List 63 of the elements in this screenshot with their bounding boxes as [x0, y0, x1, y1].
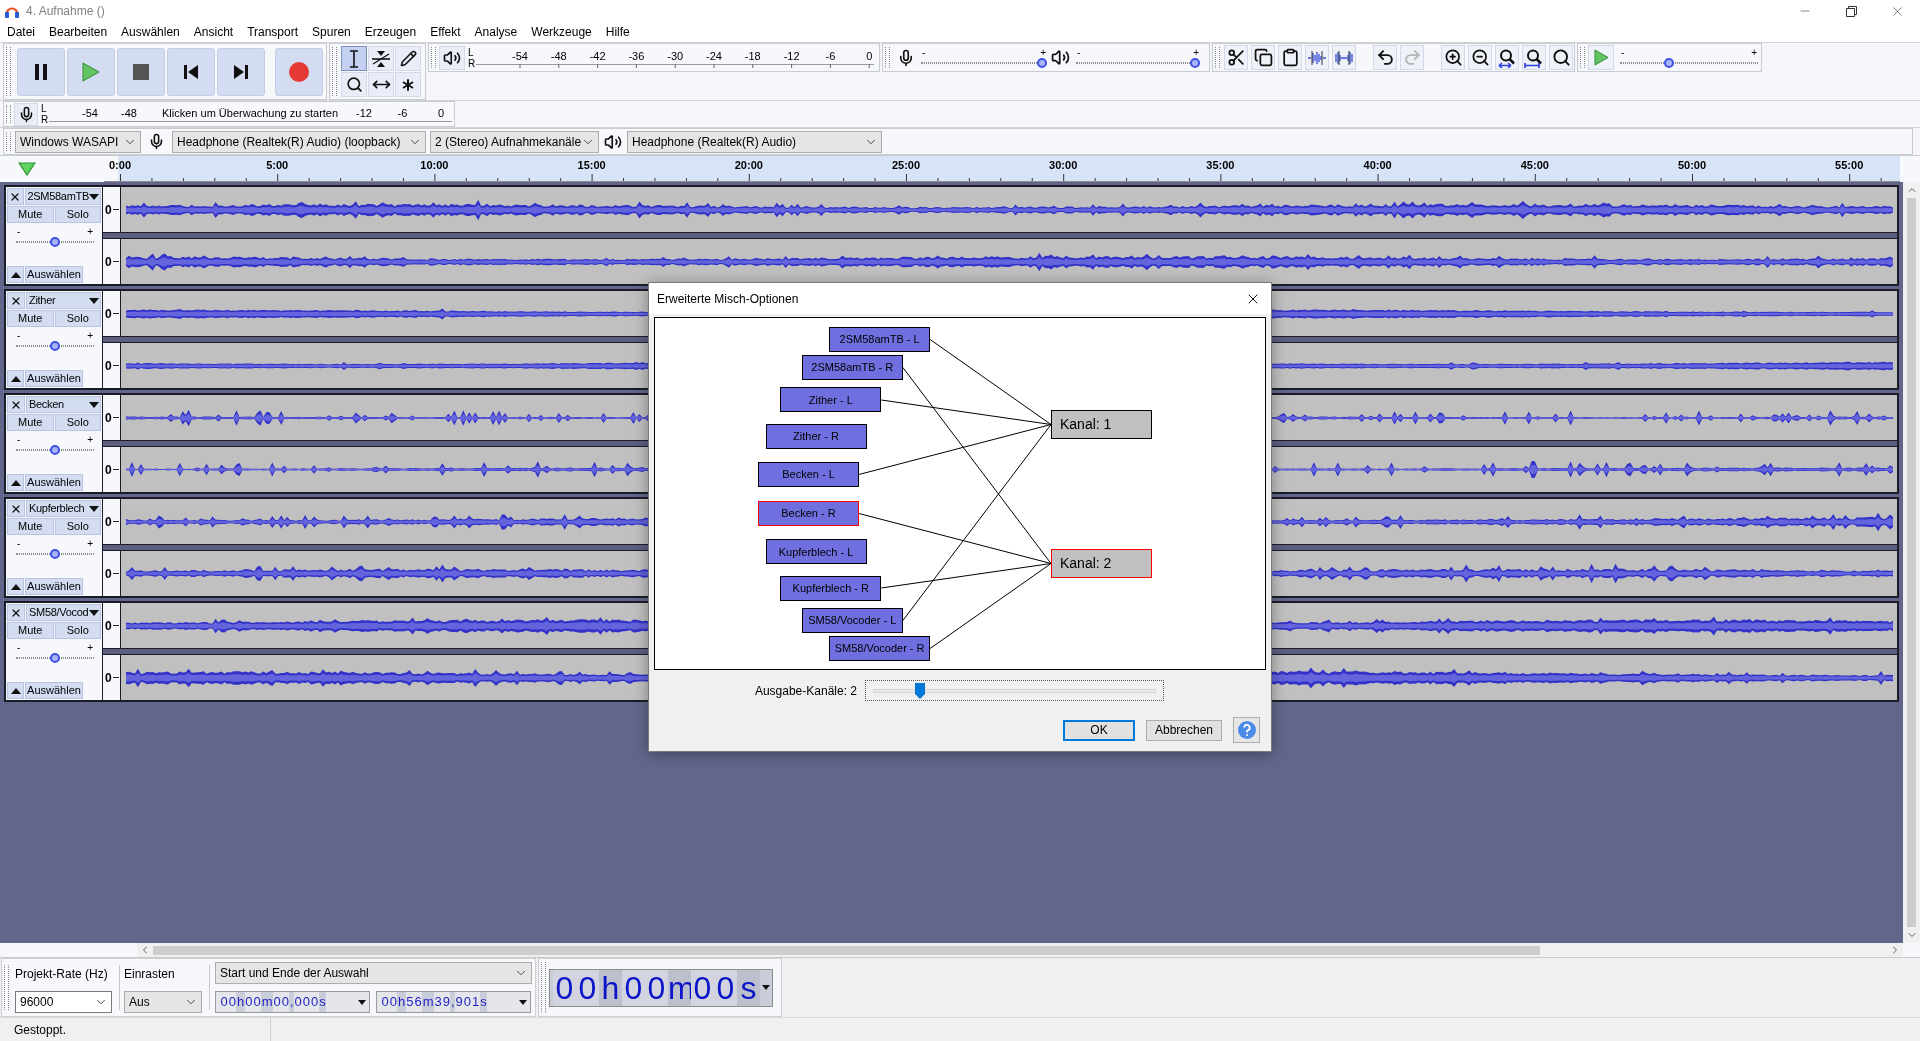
- scale-label: 0: [105, 359, 112, 372]
- meter-scale-label: 0: [437, 107, 445, 119]
- time-label: 35:00: [1206, 159, 1235, 171]
- time-label: 40:00: [1363, 159, 1392, 171]
- scale-label: 0: [105, 619, 112, 632]
- time-label: 25:00: [891, 159, 921, 171]
- scale-label: 0: [105, 567, 112, 580]
- minus-label: -: [1077, 47, 1081, 58]
- plus-label: +: [1751, 47, 1757, 58]
- minus-label: -: [17, 643, 21, 653]
- output-channels-label: Ausgabe-Kanäle: 2: [754, 682, 857, 700]
- time-label: 10:00: [420, 159, 449, 171]
- meter-scale-label: -12: [356, 107, 372, 119]
- meter-scale-label: -48: [550, 49, 567, 62]
- scale-label: 0: [105, 255, 112, 268]
- minus-label: -: [1621, 47, 1625, 58]
- channel-label: R: [468, 57, 476, 69]
- meter-scale-label: -12: [783, 49, 800, 62]
- window-title: 4. Aufnahme (): [26, 3, 105, 20]
- snap-label: Einrasten: [124, 966, 176, 983]
- meter-scale-label: -24: [706, 49, 722, 62]
- minus-label: -: [17, 227, 21, 237]
- status-text: Gestoppt.: [14, 1021, 67, 1039]
- plus-label: +: [87, 435, 93, 445]
- scale-label: 0: [105, 307, 112, 320]
- time-label: 45:00: [1520, 159, 1549, 171]
- meter-scale-label: -48: [121, 107, 137, 119]
- minus-label: -: [17, 435, 21, 445]
- project-rate-label: Projekt-Rate (Hz): [15, 966, 109, 983]
- scale-label: 0: [105, 671, 112, 684]
- meter-scale-label: -54: [512, 49, 528, 62]
- time-label: 55:00: [1835, 159, 1864, 171]
- plus-label: +: [1193, 47, 1199, 58]
- scale-label: 0: [105, 463, 112, 476]
- dialog-title: Erweiterte Misch-Optionen: [657, 290, 799, 308]
- channel-label: L: [41, 103, 48, 114]
- time-label: 15:00: [577, 159, 606, 171]
- meter-scale-label: -54: [82, 107, 98, 119]
- scale-label: 0: [105, 515, 112, 528]
- time-label: 5:00: [266, 159, 289, 171]
- plus-label: +: [87, 643, 93, 653]
- plus-label: +: [87, 227, 93, 237]
- plus-label: +: [87, 539, 93, 549]
- scale-label: 0: [105, 411, 112, 424]
- minus-label: -: [17, 539, 21, 549]
- channel-label: R: [41, 114, 49, 125]
- plus-label: +: [1040, 47, 1046, 58]
- meter-scale-label: -6: [825, 49, 836, 62]
- minus-label: -: [922, 47, 926, 58]
- meter-scale-label: -18: [744, 49, 761, 62]
- meter-scale-label: -36: [628, 49, 645, 62]
- meter-scale-label: -30: [667, 49, 684, 62]
- time-label: 30:00: [1049, 159, 1078, 171]
- plus-label: +: [87, 331, 93, 341]
- time-label: 0:00: [109, 159, 131, 171]
- meter-scale-label: -42: [589, 49, 606, 62]
- channel-label: L: [468, 46, 475, 58]
- minus-label: -: [17, 331, 21, 341]
- meter-scale-label: 0: [866, 49, 873, 62]
- time-label: 50:00: [1677, 159, 1707, 171]
- scale-label: 0: [105, 203, 112, 216]
- meter-scale-label: -6: [397, 107, 408, 119]
- time-label: 20:00: [734, 159, 763, 171]
